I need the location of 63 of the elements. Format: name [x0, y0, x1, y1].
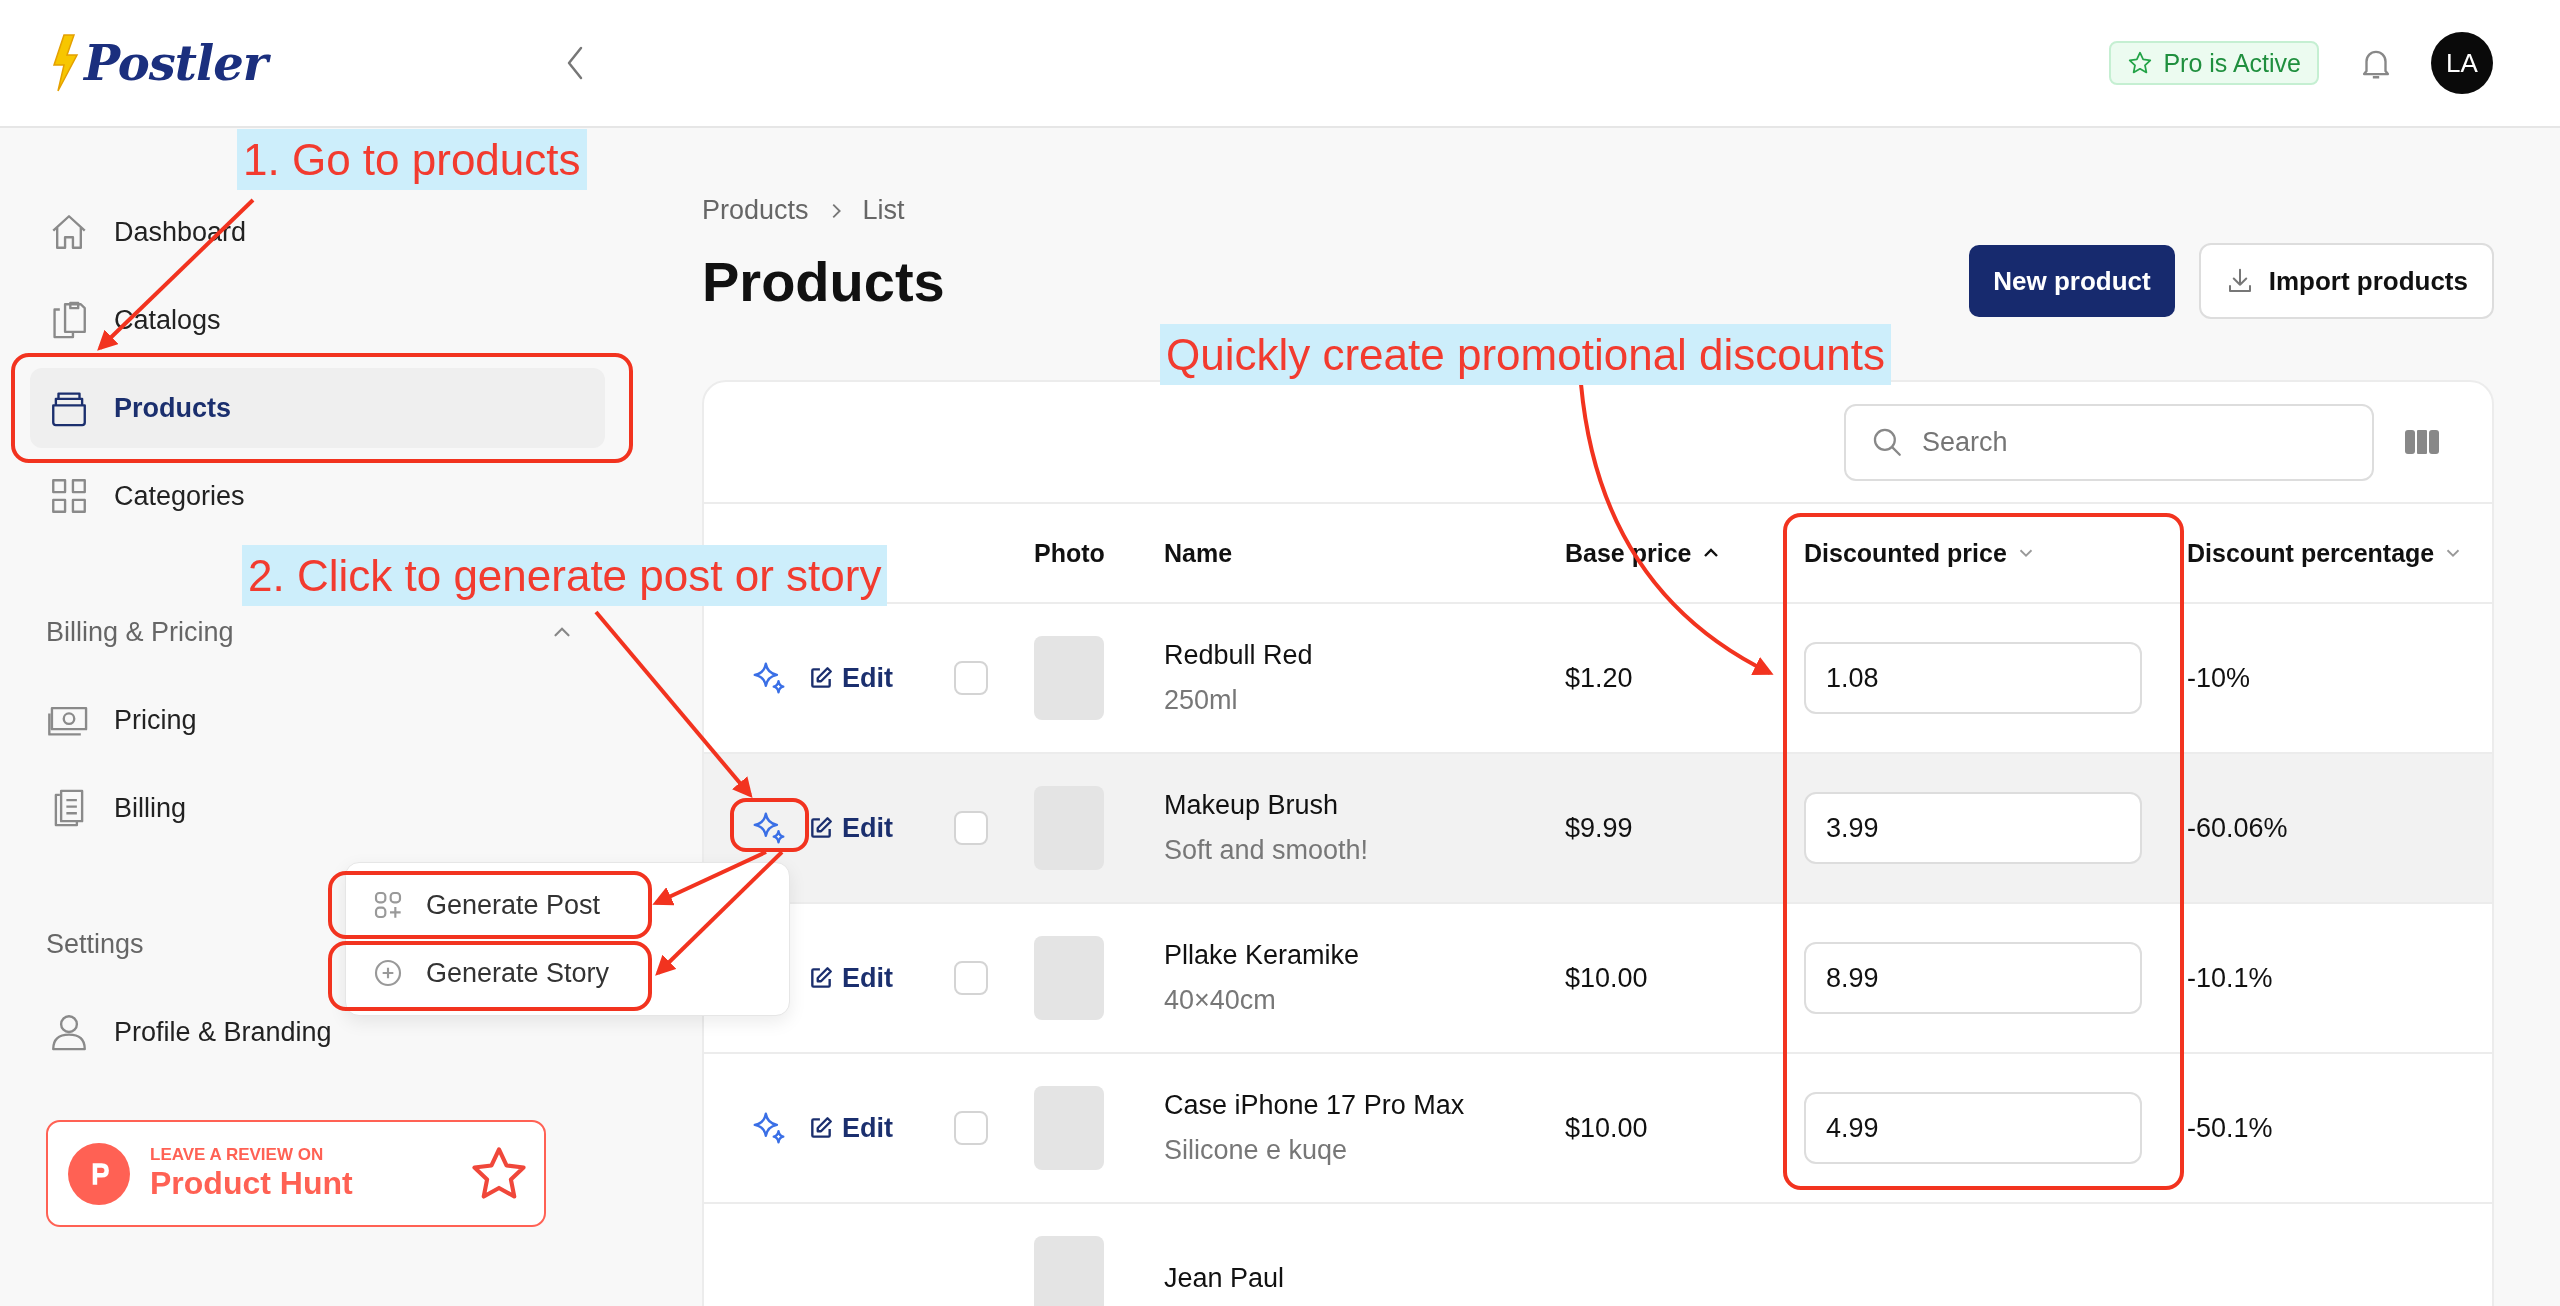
sidebar-item[interactable]: Products	[30, 368, 605, 448]
product-name: Pllake Keramike	[1164, 940, 1360, 971]
column-header[interactable]: Name	[1164, 538, 1233, 568]
row-checkbox[interactable]	[954, 661, 988, 695]
product-description: 250ml	[1164, 685, 1238, 716]
grid-plus-icon	[372, 889, 404, 921]
breadcrumb-link[interactable]: List	[862, 195, 905, 226]
annotation-label: 2. Click to generate post or story	[242, 545, 888, 607]
product-description: Silicone e kuqe	[1164, 1135, 1348, 1166]
sidebar-item[interactable]: Categories	[30, 456, 605, 536]
column-header[interactable]: Discounted price	[1804, 538, 2007, 568]
review-platform-name: Product Hunt	[150, 1165, 354, 1202]
discounted-price-field[interactable]: 1.08	[1804, 642, 2142, 714]
new-product-button[interactable]: New product	[1969, 245, 2175, 317]
base-price: $1.20	[1565, 662, 1633, 694]
discount-percentage: -50.1%	[2187, 1112, 2273, 1144]
lightning-bolt-icon	[50, 33, 80, 93]
section-heading: Billing & Pricing	[46, 616, 234, 648]
discount-percentage: -60.06%	[2187, 812, 2288, 844]
product-description: 40×40cm	[1164, 985, 1276, 1016]
row-checkbox[interactable]	[954, 811, 988, 845]
product-name: Makeup Brush	[1164, 790, 1339, 821]
section-heading: Settings	[46, 928, 144, 960]
base-price: $10.00	[1565, 962, 1648, 994]
base-price: $10.00	[1565, 1112, 1648, 1144]
menu-item[interactable]: Generate Post	[346, 871, 789, 939]
row-checkbox[interactable]	[954, 961, 988, 995]
edit-icon	[808, 965, 834, 991]
discounted-price-field[interactable]: 8.99	[1804, 942, 2142, 1014]
edit-icon	[808, 665, 834, 691]
search-field[interactable]: Search	[1844, 403, 2374, 481]
discount-percentage: -10.1%	[2187, 962, 2273, 994]
annotation-label: 1. Go to products	[237, 129, 587, 191]
column-header[interactable]: Discount percentage	[2187, 538, 2435, 568]
discounted-price-field[interactable]: 4.99	[1804, 1092, 2142, 1164]
edit-button[interactable]: Edit	[808, 1112, 893, 1144]
pro-status-badge: Pro is Active	[2109, 41, 2319, 85]
plus-circle-icon	[372, 957, 404, 989]
column-header[interactable]: Photo	[1034, 538, 1105, 568]
base-price: $9.99	[1565, 812, 1633, 844]
columns-icon[interactable]	[2404, 427, 2440, 457]
annotation-label: Quickly create promotional discounts	[1160, 324, 1891, 386]
product-description: Soft and smooth!	[1164, 835, 1369, 866]
edit-icon	[808, 1115, 834, 1141]
product-name: Case iPhone 17 Pro Max	[1164, 1090, 1465, 1121]
user-avatar[interactable]: LA	[2431, 32, 2493, 94]
breadcrumb-link[interactable]: Products	[702, 195, 809, 226]
product-name: Jean Paul	[1164, 1262, 1285, 1294]
import-products-button[interactable]: Import products	[2198, 243, 2494, 319]
sidebar-item[interactable]: Pricing	[30, 680, 605, 760]
discounted-price-field[interactable]: 3.99	[1804, 792, 2142, 864]
edit-button[interactable]: Edit	[808, 662, 893, 694]
discount-percentage: -10%	[2187, 662, 2251, 694]
row-checkbox[interactable]	[954, 1111, 988, 1145]
sidebar-item[interactable]: Billing	[30, 768, 605, 848]
edit-icon	[808, 815, 834, 841]
page-title: Products	[702, 248, 945, 314]
edit-button[interactable]: Edit	[808, 962, 893, 994]
collapse-sidebar-icon[interactable]	[565, 45, 585, 81]
star-icon	[2127, 50, 2154, 76]
product-name: Redbull Red	[1164, 640, 1313, 671]
edit-button[interactable]: Edit	[808, 812, 893, 844]
review-kicker: LEAVE A REVIEW ON	[150, 1145, 325, 1165]
